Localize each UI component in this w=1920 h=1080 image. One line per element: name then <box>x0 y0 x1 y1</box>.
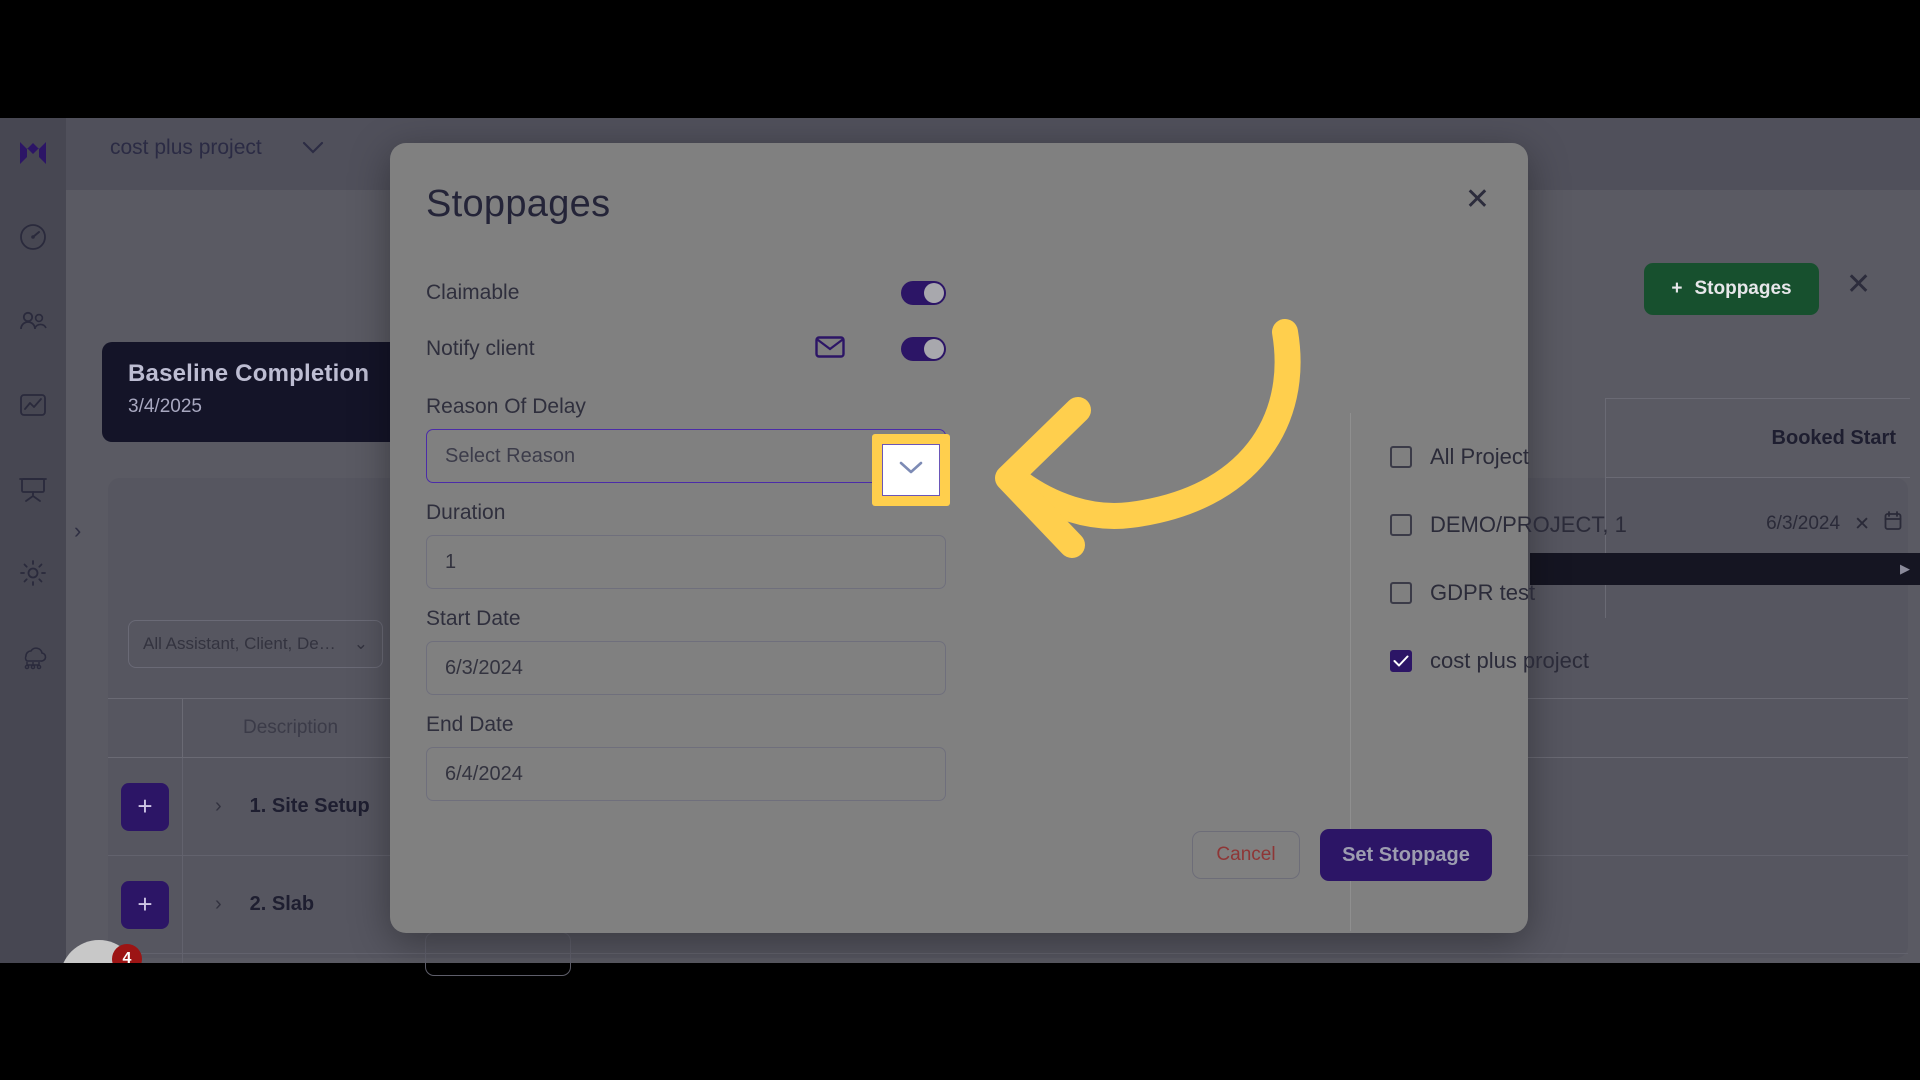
modal-form-column: Claimable Notify client Reason Of Delay … <box>426 271 946 801</box>
list-item-label: All Project <box>1430 444 1530 469</box>
speedometer-icon[interactable] <box>16 220 50 254</box>
modal-title: Stoppages <box>426 183 611 225</box>
list-item-label: cost plus project <box>1430 648 1589 673</box>
end-date-value: 6/4/2024 <box>445 762 523 785</box>
modal-cancel-button[interactable]: Cancel <box>1192 831 1300 879</box>
table-header-blank <box>108 699 183 757</box>
background-hidden-button[interactable] <box>425 932 571 976</box>
list-item[interactable]: cost plus project <box>1390 627 1820 695</box>
chevron-down-icon <box>898 460 924 480</box>
reason-of-delay-label: Reason Of Delay <box>426 395 586 418</box>
table-row-add-cell: + <box>108 757 183 856</box>
end-date-label: End Date <box>426 713 514 736</box>
close-panel-icon[interactable]: ✕ <box>1846 270 1871 300</box>
remove-date-icon[interactable]: ✕ <box>1854 513 1870 536</box>
reason-of-delay-value: Select Reason <box>445 444 576 467</box>
toggle-knob <box>924 283 944 303</box>
end-date-group: End Date 6/4/2024 <box>426 713 946 801</box>
duration-group: Duration 1 <box>426 501 946 589</box>
start-date-label: Start Date <box>426 607 521 630</box>
start-date-value: 6/3/2024 <box>445 656 523 679</box>
add-task-button[interactable]: + <box>121 880 169 929</box>
screen: cost plus project + Stoppages ✕ › Baseli… <box>0 0 1920 1080</box>
add-stoppages-button[interactable]: + Stoppages <box>1644 263 1819 315</box>
list-item[interactable]: GDPR test <box>1390 559 1820 627</box>
add-stoppages-label: Stoppages <box>1694 278 1792 299</box>
notify-client-toggle[interactable] <box>901 337 946 361</box>
presentation-icon[interactable] <box>16 472 50 506</box>
checkbox-cost-plus-project[interactable] <box>1390 650 1412 672</box>
modal-action-bar: Cancel Set Stoppage <box>1192 829 1492 881</box>
table-row-description: 1. Site Setup <box>249 795 370 817</box>
assignee-filter-select[interactable]: All Assistant, Client, De… ⌄ <box>128 620 383 668</box>
reason-of-delay-group: Reason Of Delay Select Reason <box>426 395 946 483</box>
start-date-input[interactable]: 6/3/2024 <box>426 641 946 695</box>
project-checkbox-list: All Project DEMO/PROJECT, 1 GDPR test co… <box>1390 423 1820 695</box>
chevron-down-icon <box>302 136 324 160</box>
row-expand-icon[interactable]: › <box>215 893 222 916</box>
notify-client-label: Notify client <box>426 337 535 360</box>
end-date-input[interactable]: 6/4/2024 <box>426 747 946 801</box>
list-item[interactable]: DEMO/PROJECT, 1 <box>1390 491 1820 559</box>
assignee-filter-label: All Assistant, Client, De… <box>143 634 336 653</box>
table-row[interactable]: + › 3. Frame <box>108 953 1908 963</box>
claimable-label: Claimable <box>426 281 520 304</box>
duration-input[interactable]: 1 <box>426 535 946 589</box>
left-sidebar <box>0 118 66 963</box>
duration-label: Duration <box>426 501 506 524</box>
start-date-group: Start Date 6/3/2024 <box>426 607 946 695</box>
plus-icon: + <box>1671 278 1683 299</box>
toggle-knob <box>924 339 944 359</box>
notify-client-row: Notify client <box>426 327 946 371</box>
project-selector-label: cost plus project <box>110 136 262 159</box>
checkbox-demo-project[interactable] <box>1390 514 1412 536</box>
analytics-icon[interactable] <box>16 388 50 422</box>
reason-dropdown-toggle[interactable] <box>882 444 940 496</box>
logo-icon[interactable] <box>16 136 50 170</box>
list-item[interactable]: All Project <box>1390 423 1820 491</box>
set-stoppage-button[interactable]: Set Stoppage <box>1320 829 1492 881</box>
project-selector[interactable]: cost plus project <box>110 136 324 160</box>
mail-icon[interactable] <box>815 335 845 363</box>
modal-close-icon[interactable]: ✕ <box>1465 185 1490 215</box>
claimable-toggle[interactable] <box>901 281 946 305</box>
calendar-icon[interactable] <box>1884 511 1902 537</box>
expand-chevron-icon[interactable]: › <box>74 518 81 544</box>
dropdown-highlight-box <box>872 434 950 506</box>
claimable-toggle-row: Claimable <box>426 271 946 315</box>
checkbox-all-project[interactable] <box>1390 446 1412 468</box>
settings-gear-icon[interactable] <box>16 556 50 590</box>
checkbox-gdpr-test[interactable] <box>1390 582 1412 604</box>
list-item-label: DEMO/PROJECT, 1 <box>1430 512 1627 537</box>
row-expand-icon[interactable]: › <box>215 795 222 818</box>
cloud-network-icon[interactable] <box>16 640 50 674</box>
list-item-label: GDPR test <box>1430 580 1536 605</box>
stoppages-modal: Stoppages ✕ Claimable Notify client Reas… <box>390 143 1627 933</box>
table-row-description: 2. Slab <box>249 893 315 915</box>
reason-of-delay-select[interactable]: Select Reason <box>426 429 946 483</box>
people-icon[interactable] <box>16 304 50 338</box>
duration-value: 1 <box>445 550 457 573</box>
chevron-down-icon: ⌄ <box>353 634 368 653</box>
add-task-button[interactable]: + <box>121 782 169 831</box>
table-row-add-cell: + <box>108 855 183 954</box>
